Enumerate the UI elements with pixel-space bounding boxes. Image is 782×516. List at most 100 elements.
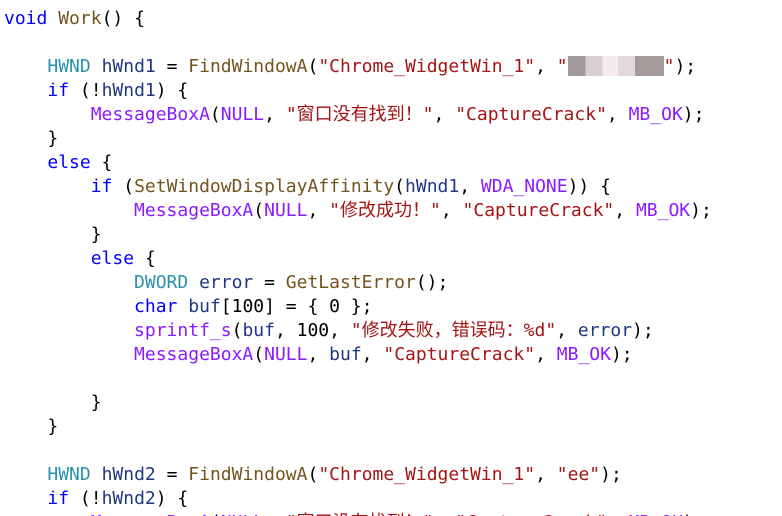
- punctuation-token: ,: [459, 176, 481, 197]
- punctuation-token: (!: [69, 80, 102, 101]
- code-line[interactable]: sprintf_s(buf, 100, "修改失败，错误码：%d", error…: [4, 319, 654, 343]
- punctuation-token: );: [683, 512, 705, 516]
- punctuation-token: {: [134, 248, 156, 269]
- punctuation-token: ,: [361, 344, 384, 365]
- code-line[interactable]: else {: [4, 151, 112, 175]
- code-line[interactable]: if (SetWindowDisplayAffinity(hWnd1, WDA_…: [4, 175, 611, 199]
- punctuation-token: [100] = { 0 };: [220, 296, 373, 317]
- macro-token: MB_OK: [635, 200, 691, 221]
- code-line[interactable]: }: [4, 415, 58, 439]
- punctuation-token: [4, 104, 91, 125]
- code-line[interactable]: HWND hWnd1 = FindWindowA("Chrome_WidgetW…: [4, 55, 696, 79]
- punctuation-token: [4, 320, 134, 341]
- punctuation-token: ,: [535, 464, 557, 485]
- code-line[interactable]: char buf[100] = { 0 };: [4, 295, 372, 319]
- code-line[interactable]: }: [4, 391, 102, 415]
- punctuation-token: [177, 296, 188, 317]
- punctuation-token: [4, 272, 134, 293]
- variable-token: buf: [242, 320, 275, 341]
- punctuation-token: ,: [307, 200, 330, 221]
- code-line[interactable]: MessageBoxA(NULL, "修改成功！", "CaptureCrack…: [4, 199, 712, 223]
- macro-token: MessageBoxA: [90, 104, 210, 125]
- punctuation-token: (: [253, 344, 265, 365]
- function-token: FindWindowA: [188, 464, 308, 485]
- punctuation-token: }: [4, 416, 59, 437]
- code-line[interactable]: MessageBoxA(NULL, buf, "CaptureCrack", M…: [4, 343, 633, 367]
- string-token: ": [556, 56, 568, 77]
- punctuation-token: (: [210, 512, 221, 516]
- variable-token: hWnd1: [101, 56, 156, 77]
- macro-token: MB_OK: [556, 344, 611, 365]
- punctuation-token: (: [307, 56, 319, 77]
- punctuation-token: [4, 344, 134, 365]
- punctuation-token: }: [4, 392, 102, 413]
- punctuation-token: ();: [415, 272, 449, 293]
- variable-token: buf: [329, 344, 362, 365]
- punctuation-token: () {: [101, 8, 145, 29]
- punctuation-token: [4, 464, 47, 485]
- punctuation-token: ,: [434, 512, 456, 516]
- punctuation-token: }: [4, 128, 59, 149]
- type-token: DWORD: [134, 272, 189, 293]
- string-token: "CaptureCrack": [455, 104, 607, 125]
- punctuation-token: );: [682, 104, 705, 125]
- punctuation-token: (: [112, 176, 135, 197]
- code-line[interactable]: DWORD error = GetLastError();: [4, 271, 448, 295]
- punctuation-token: );: [690, 200, 712, 221]
- keyword-token: if: [47, 488, 70, 509]
- code-line[interactable]: HWND hWnd2 = FindWindowA("Chrome_WidgetW…: [4, 463, 622, 487]
- variable-token: error: [577, 320, 633, 341]
- code-line[interactable]: void Work() {: [4, 7, 145, 31]
- punctuation-token: );: [610, 344, 633, 365]
- code-line[interactable]: }: [4, 223, 102, 247]
- punctuation-token: , 100,: [274, 320, 351, 341]
- punctuation-token: (: [394, 176, 406, 197]
- punctuation-token: (: [307, 464, 319, 485]
- macro-token: NULL: [264, 200, 308, 221]
- macro-token: MessageBoxA: [134, 344, 254, 365]
- punctuation-token: (: [231, 320, 243, 341]
- function-token: Work: [58, 8, 102, 29]
- string-token: "Chrome_WidgetWin_1": [318, 56, 536, 77]
- keyword-token: if: [47, 80, 70, 101]
- type-token: HWND: [47, 56, 91, 77]
- string-token: "窗口没有找到！": [286, 512, 434, 516]
- code-line[interactable]: MessageBoxA(NULL, "窗口没有找到！", "CaptureCra…: [4, 103, 705, 127]
- punctuation-token: ,: [433, 104, 456, 125]
- code-line[interactable]: MessageBoxA(NULL, "窗口没有找到！", "CaptureCra…: [4, 511, 705, 516]
- punctuation-token: ,: [307, 344, 330, 365]
- punctuation-token: =: [155, 56, 189, 77]
- punctuation-token: );: [600, 464, 622, 485]
- punctuation-token: [4, 80, 47, 101]
- code-line[interactable]: }: [4, 127, 58, 151]
- punctuation-token: ,: [264, 104, 286, 125]
- keyword-token: else: [47, 152, 91, 173]
- code-line[interactable]: if (!hWnd1) {: [4, 79, 188, 103]
- string-token: "Chrome_WidgetWin_1": [318, 464, 536, 485]
- punctuation-token: (!: [69, 488, 102, 509]
- punctuation-token: ,: [607, 512, 629, 516]
- punctuation-token: [4, 56, 47, 77]
- macro-token: sprintf_s: [134, 320, 232, 341]
- code-editor[interactable]: void Work() { HWND hWnd1 = FindWindowA("…: [0, 0, 782, 516]
- macro-token: MessageBoxA: [134, 200, 254, 221]
- variable-token: hWnd1: [101, 80, 156, 101]
- code-line[interactable]: else {: [4, 247, 156, 271]
- string-token: "修改失败，错误码：%d": [350, 320, 557, 341]
- punctuation-token: [4, 176, 91, 197]
- punctuation-token: ,: [535, 56, 557, 77]
- string-token: ": [663, 56, 675, 77]
- macro-token: NULL: [221, 512, 264, 516]
- variable-token: error: [199, 272, 254, 293]
- punctuation-token: [188, 272, 199, 293]
- punctuation-token: ,: [614, 200, 636, 221]
- macro-token: MB_OK: [629, 512, 683, 516]
- type-token: HWND: [47, 464, 91, 485]
- punctuation-token: =: [155, 464, 189, 485]
- code-line[interactable]: if (!hWnd2) {: [4, 487, 188, 511]
- punctuation-token: [4, 512, 91, 516]
- function-token: SetWindowDisplayAffinity: [134, 176, 395, 197]
- punctuation-token: );: [632, 320, 654, 341]
- punctuation-token: =: [253, 272, 286, 293]
- variable-token: hWnd2: [101, 488, 156, 509]
